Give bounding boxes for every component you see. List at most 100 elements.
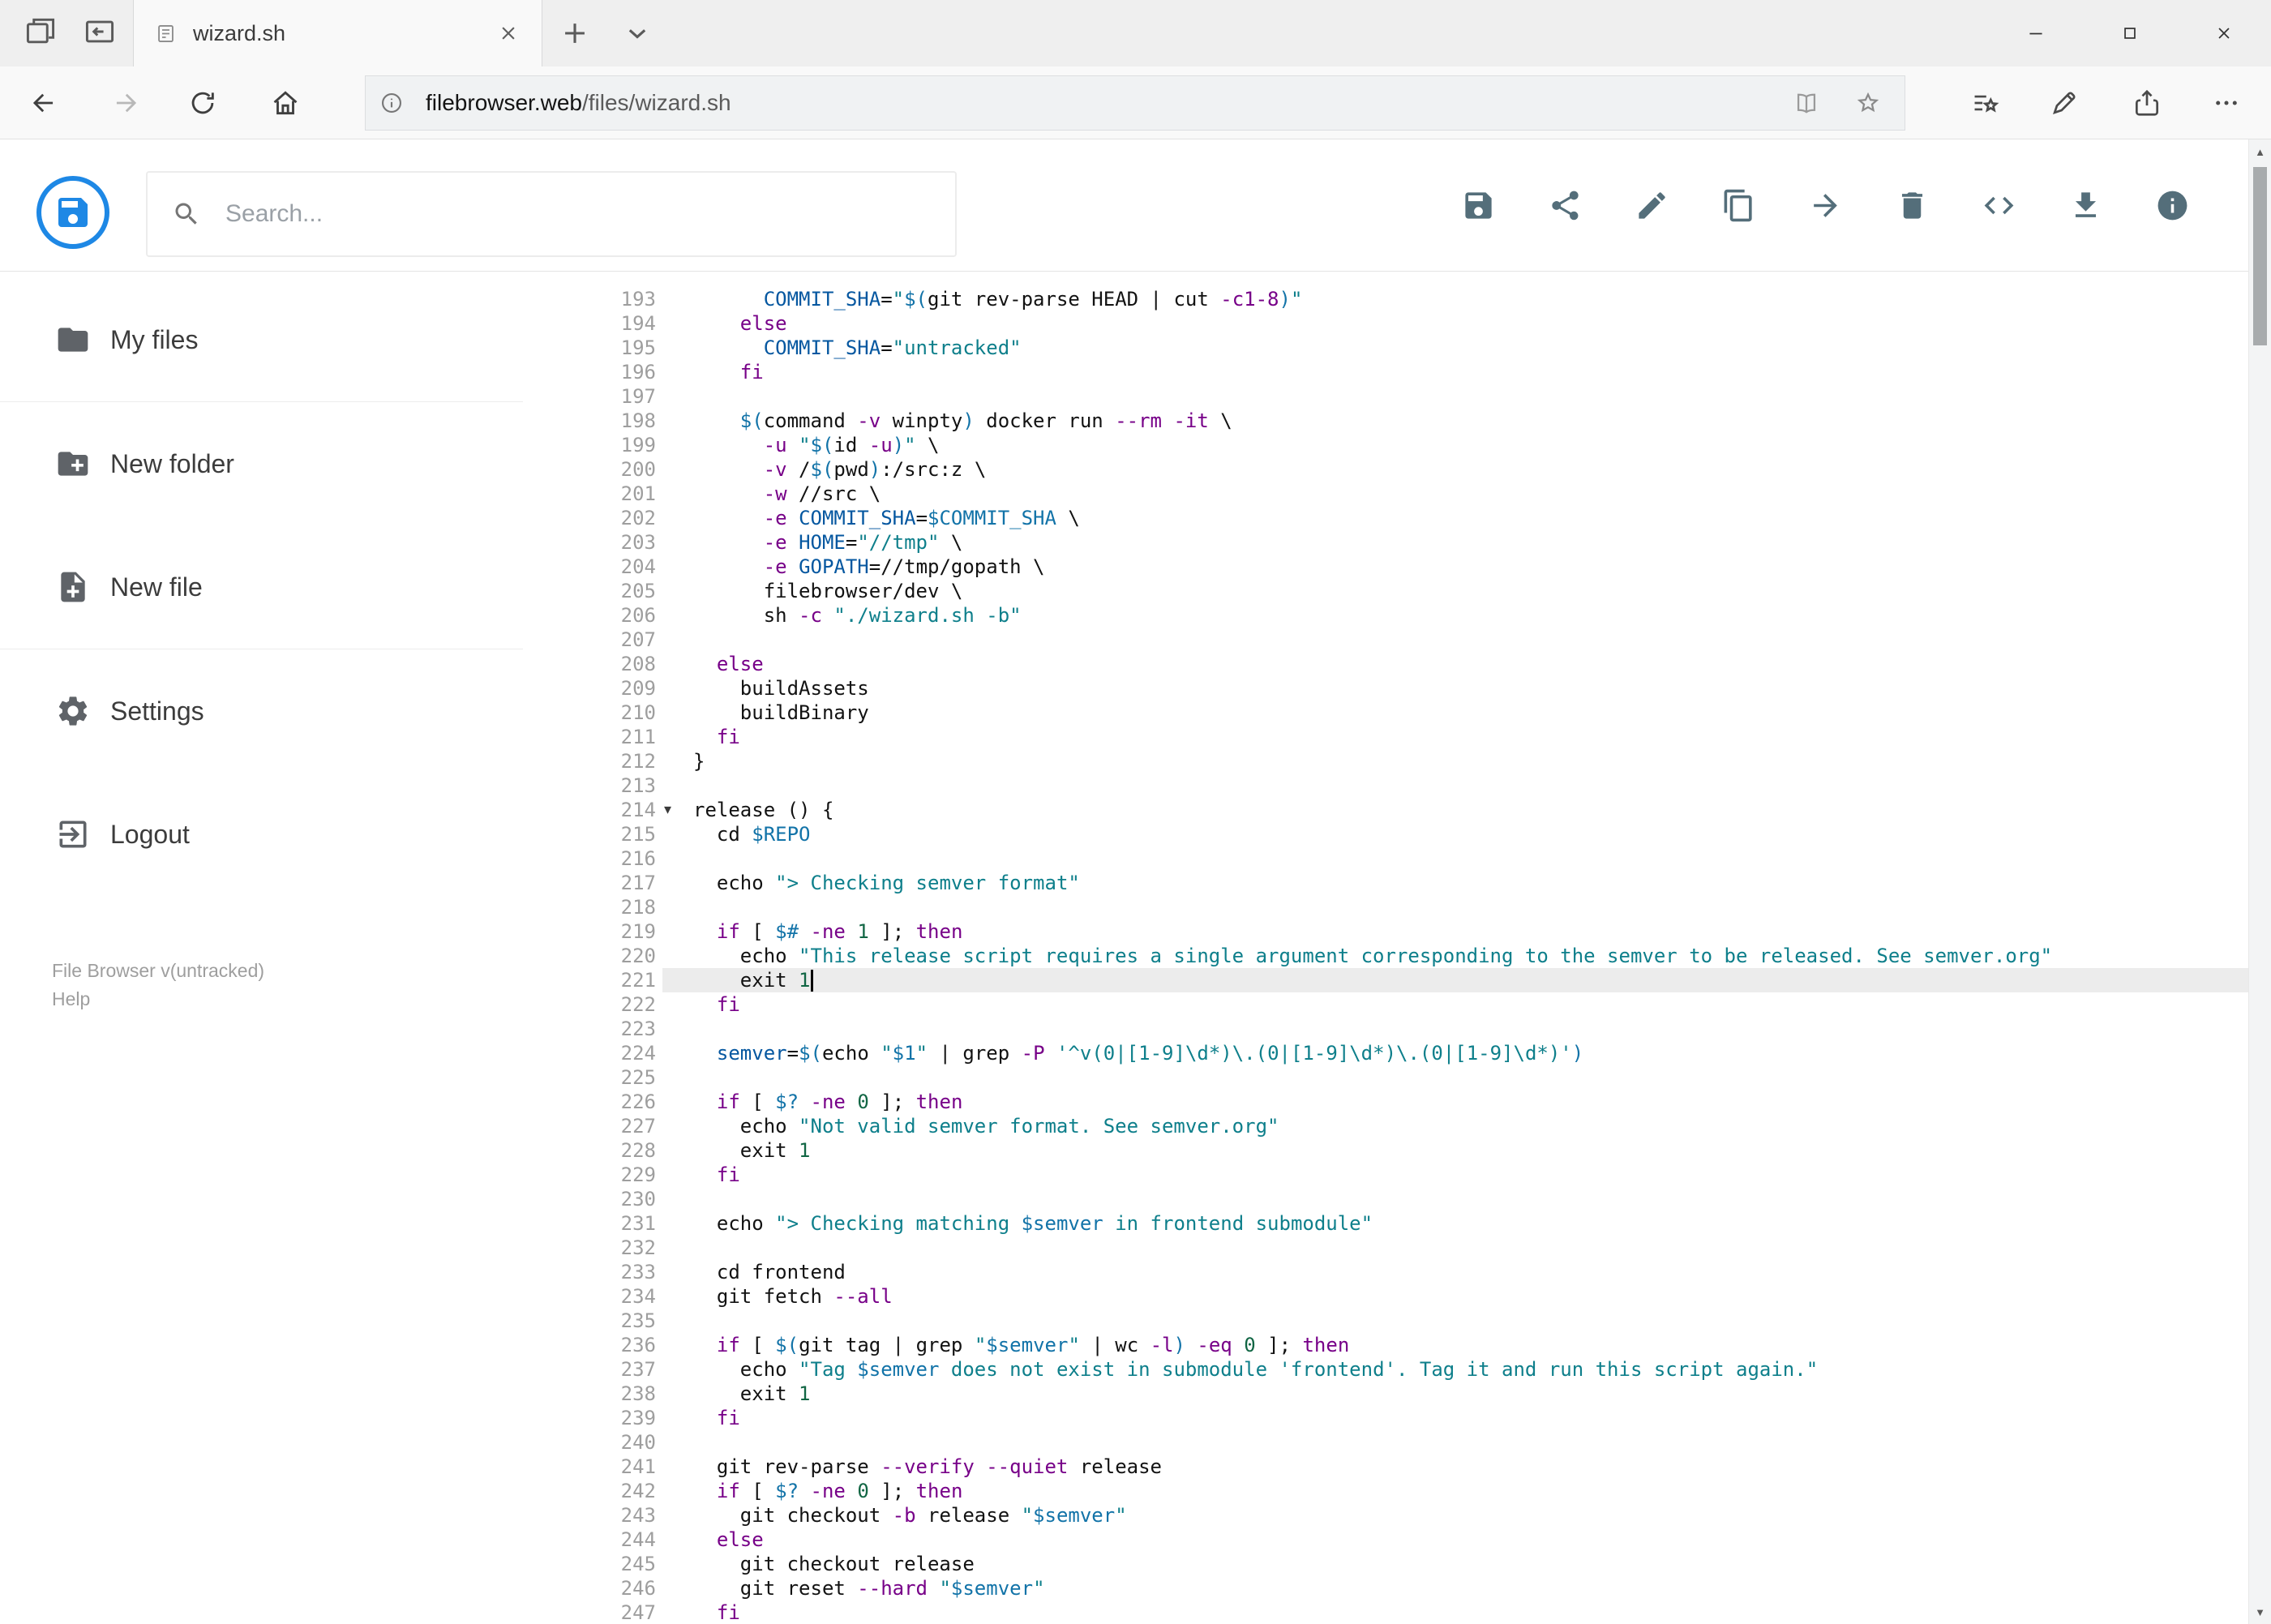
code-line[interactable]: 203 -e HOME="//tmp" \ <box>523 530 2248 555</box>
code-line[interactable]: 231 echo "> Checking matching $semver in… <box>523 1211 2248 1236</box>
code-line[interactable]: 193 COMMIT_SHA="$(git rev-parse HEAD | c… <box>523 287 2248 311</box>
share-page-button[interactable] <box>2121 77 2173 129</box>
download-button[interactable] <box>2068 188 2103 223</box>
fold-marker-icon[interactable]: ▾ <box>664 798 671 822</box>
minimize-button[interactable] <box>1989 0 2083 66</box>
more-options-button[interactable] <box>2200 77 2252 129</box>
code-line[interactable]: 209 buildAssets <box>523 676 2248 701</box>
code-line[interactable]: 220 echo "This release script requires a… <box>523 944 2248 968</box>
code-line[interactable]: 245 git checkout release <box>523 1552 2248 1576</box>
code-line[interactable]: 227 echo "Not valid semver format. See s… <box>523 1114 2248 1138</box>
code-line[interactable]: 246 git reset --hard "$semver" <box>523 1576 2248 1600</box>
refresh-button[interactable] <box>177 77 229 129</box>
tab-list-chevron-icon[interactable] <box>619 15 655 51</box>
maximize-button[interactable] <box>2083 0 2177 66</box>
set-tabs-aside-button[interactable] <box>82 14 118 54</box>
code-line[interactable]: 205 filebrowser/dev \ <box>523 579 2248 603</box>
code-line[interactable]: 206 sh -c "./wizard.sh -b" <box>523 603 2248 628</box>
share-button[interactable] <box>1548 188 1583 223</box>
code-line[interactable]: 247 fi <box>523 1600 2248 1624</box>
site-info-icon[interactable] <box>379 90 405 116</box>
sidebar-item-logout[interactable]: Logout <box>0 773 523 896</box>
navigation-bar: filebrowser.web/files/wizard.sh <box>0 66 2271 139</box>
code-line[interactable]: 214 ▾ release () { <box>523 798 2248 822</box>
copy-button[interactable] <box>1721 188 1756 223</box>
move-button[interactable] <box>1808 188 1843 223</box>
rename-button[interactable] <box>1635 188 1669 223</box>
browser-tab[interactable]: wizard.sh <box>133 0 542 66</box>
code-line[interactable]: 233 cd frontend <box>523 1260 2248 1284</box>
app-logo[interactable] <box>36 176 109 249</box>
code-line[interactable]: 195 COMMIT_SHA="untracked" <box>523 336 2248 360</box>
code-line[interactable]: 236 if [ $(git tag | grep "$semver" | wc… <box>523 1333 2248 1357</box>
code-line[interactable]: 194 else <box>523 311 2248 336</box>
code-line[interactable]: 213 <box>523 773 2248 798</box>
code-line[interactable]: 237 echo "Tag $semver does not exist in … <box>523 1357 2248 1382</box>
code-line[interactable]: 221 exit 1 <box>523 968 2248 992</box>
close-button[interactable] <box>2177 0 2271 66</box>
code-editor[interactable]: 193 COMMIT_SHA="$(git rev-parse HEAD | c… <box>523 272 2248 1624</box>
scroll-down-arrow-icon[interactable]: ▼ <box>2249 1600 2271 1624</box>
code-line[interactable]: 196 fi <box>523 360 2248 384</box>
code-line[interactable]: 244 else <box>523 1528 2248 1552</box>
code-line[interactable]: 238 exit 1 <box>523 1382 2248 1406</box>
code-line[interactable]: 229 fi <box>523 1163 2248 1187</box>
tab-close-icon[interactable] <box>496 21 521 45</box>
code-line[interactable]: 197 <box>523 384 2248 409</box>
code-line[interactable]: 242 if [ $? -ne 0 ]; then <box>523 1479 2248 1503</box>
code-line[interactable]: 239 fi <box>523 1406 2248 1430</box>
code-line[interactable]: 225 <box>523 1065 2248 1090</box>
code-line[interactable]: 216 <box>523 846 2248 871</box>
url-bar[interactable]: filebrowser.web/files/wizard.sh <box>365 75 1905 131</box>
code-line[interactable]: 208 else <box>523 652 2248 676</box>
help-link[interactable]: Help <box>52 985 264 1013</box>
code-line[interactable]: 224 semver=$(echo "$1" | grep -P '^v(0|[… <box>523 1041 2248 1065</box>
code-line[interactable]: 241 git rev-parse --verify --quiet relea… <box>523 1455 2248 1479</box>
sidebar-item-settings[interactable]: Settings <box>0 649 523 773</box>
web-note-button[interactable] <box>2038 77 2090 129</box>
sidebar-item-new-folder[interactable]: New folder <box>0 402 523 525</box>
sidebar-item-new-file[interactable]: New file <box>0 525 523 649</box>
delete-button[interactable] <box>1895 188 1930 223</box>
reading-view-icon[interactable] <box>1793 89 1820 117</box>
code-line[interactable]: 243 git checkout -b release "$semver" <box>523 1503 2248 1528</box>
code-line[interactable]: 240 <box>523 1430 2248 1455</box>
new-tab-button[interactable] <box>557 15 593 51</box>
code-line[interactable]: 223 <box>523 1017 2248 1041</box>
hub-favorites-button[interactable] <box>1960 77 2012 129</box>
code-line[interactable]: 210 buildBinary <box>523 701 2248 725</box>
code-line[interactable]: 226 if [ $? -ne 0 ]; then <box>523 1090 2248 1114</box>
code-line[interactable]: 222 fi <box>523 992 2248 1017</box>
sidebar-item-my-files[interactable]: My files <box>0 278 523 401</box>
code-line[interactable]: 201 -w //src \ <box>523 482 2248 506</box>
code-line[interactable]: 230 <box>523 1187 2248 1211</box>
save-button[interactable] <box>1461 188 1496 223</box>
code-line[interactable]: 207 <box>523 628 2248 652</box>
code-line[interactable]: 200 -v /$(pwd):/src:z \ <box>523 457 2248 482</box>
code-line[interactable]: 215 cd $REPO <box>523 822 2248 846</box>
forward-button[interactable] <box>100 77 152 129</box>
code-button[interactable] <box>1982 188 2016 223</box>
code-line[interactable]: 212} <box>523 749 2248 773</box>
search-input[interactable] <box>224 199 892 229</box>
code-line[interactable]: 211 fi <box>523 725 2248 749</box>
home-button[interactable] <box>259 77 311 129</box>
code-line[interactable]: 235 <box>523 1309 2248 1333</box>
code-line[interactable]: 219 if [ $# -ne 1 ]; then <box>523 919 2248 944</box>
info-button[interactable] <box>2155 188 2190 223</box>
code-line[interactable]: 232 <box>523 1236 2248 1260</box>
back-button[interactable] <box>18 77 70 129</box>
code-line[interactable]: 217 echo "> Checking semver format" <box>523 871 2248 895</box>
code-line[interactable]: 198 $(command -v winpty) docker run --rm… <box>523 409 2248 433</box>
tabs-aside-button[interactable] <box>23 14 58 54</box>
code-line[interactable]: 218 <box>523 895 2248 919</box>
add-favorite-star-icon[interactable] <box>1854 89 1882 117</box>
scroll-up-arrow-icon[interactable]: ▲ <box>2249 139 2271 164</box>
scrollbar-thumb[interactable] <box>2253 167 2267 345</box>
code-line[interactable]: 234 git fetch --all <box>523 1284 2248 1309</box>
search-bar[interactable] <box>146 171 957 257</box>
code-line[interactable]: 202 -e COMMIT_SHA=$COMMIT_SHA \ <box>523 506 2248 530</box>
code-line[interactable]: 204 -e GOPATH=//tmp/gopath \ <box>523 555 2248 579</box>
code-line[interactable]: 199 -u "$(id -u)" \ <box>523 433 2248 457</box>
code-line[interactable]: 228 exit 1 <box>523 1138 2248 1163</box>
